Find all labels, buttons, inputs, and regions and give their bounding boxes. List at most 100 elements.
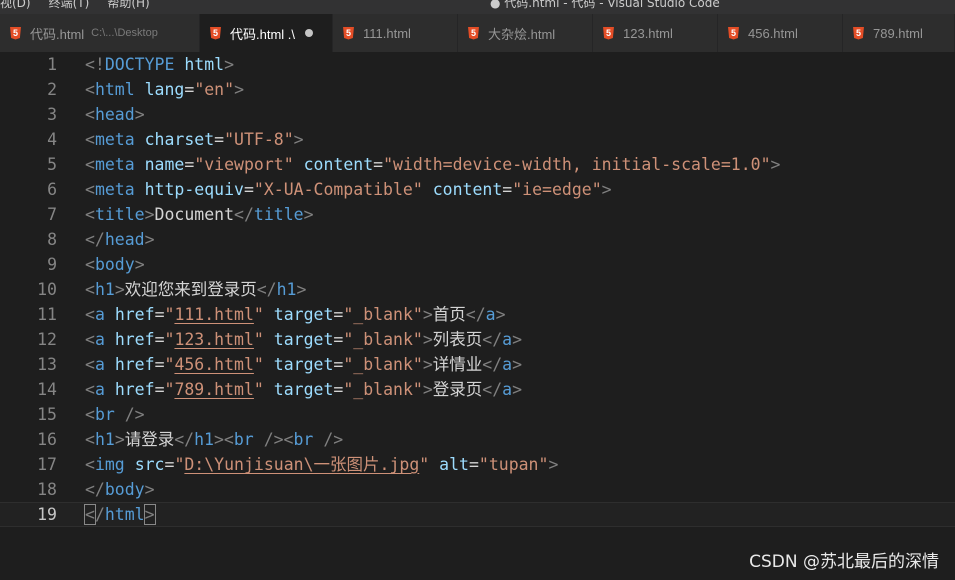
code-token: 789.html — [174, 380, 254, 399]
code-line[interactable]: 11 <a href="111.html" target="_blank">首页<… — [0, 302, 955, 327]
code-line[interactable]: 19 </html> — [0, 502, 955, 527]
code-token: > — [512, 330, 523, 349]
code-token: = — [333, 355, 344, 374]
code-line[interactable]: 16 <h1>请登录</h1><br /><br /> — [0, 427, 955, 452]
code-text: <head> — [85, 102, 145, 127]
code-text: <img src="D:\Yunjisuan\一张图片.jpg" alt="tu… — [85, 452, 558, 477]
html5-file-icon: 5 — [210, 26, 221, 40]
code-line[interactable]: 12 <a href="123.html" target="_blank">列表页… — [0, 327, 955, 352]
tab-description: C:\...\Desktop — [91, 27, 158, 39]
editor-tab[interactable]: 5 大杂烩.html — [458, 14, 593, 52]
code-token: </ — [482, 330, 503, 349]
code-text: <a href="456.html" target="_blank">详情业</… — [85, 352, 522, 377]
tab-label: 大杂烩.html — [488, 26, 556, 42]
code-token: D:\Yunjisuan\一张图片.jpg — [184, 455, 420, 474]
code-token: < — [85, 305, 95, 324]
code-token: < — [85, 405, 95, 424]
code-token: " — [164, 305, 175, 324]
code-token: = — [154, 330, 165, 349]
code-line[interactable]: 15 <br /> — [0, 402, 955, 427]
code-text: <title>Document</title> — [85, 202, 314, 227]
code-line[interactable]: 10 <h1>欢迎您来到登录页</h1> — [0, 277, 955, 302]
code-token: target — [273, 355, 334, 374]
code-text: <!DOCTYPE html> — [85, 52, 234, 77]
line-number: 11 — [37, 305, 57, 324]
code-line[interactable]: 8 </head> — [0, 227, 955, 252]
code-token: html — [104, 505, 145, 524]
unsaved-dot-icon[interactable] — [305, 29, 314, 37]
code-token: <! — [85, 55, 105, 74]
line-number: 12 — [37, 330, 57, 349]
code-token: head — [94, 105, 135, 124]
code-token: "_blank" — [343, 380, 423, 399]
code-token: 欢迎您来到登录页 — [124, 280, 257, 299]
code-token: 111.html — [174, 305, 254, 324]
code-token: a — [94, 380, 105, 399]
menu-item[interactable]: 帮助(H) — [107, 0, 149, 11]
code-token: href — [114, 380, 155, 399]
code-token: = — [502, 180, 513, 199]
code-token: < — [85, 330, 95, 349]
code-token: " — [253, 305, 264, 324]
code-line[interactable]: 14 <a href="789.html" target="_blank">登录页… — [0, 377, 955, 402]
code-token: target — [273, 380, 334, 399]
code-line[interactable]: 4 <meta charset="UTF-8"> — [0, 127, 955, 152]
code-token: < — [84, 504, 96, 525]
editor-tab[interactable]: 5 123.html — [593, 14, 718, 52]
code-text: <br /> — [85, 402, 145, 427]
code-token: > — [144, 480, 155, 499]
code-token: = — [373, 155, 384, 174]
code-token: </ — [256, 280, 277, 299]
editor-tab[interactable]: 5 代码.html C:\...\Desktop — [0, 14, 200, 52]
code-token: "_blank" — [343, 305, 423, 324]
code-line[interactable]: 7 <title>Document</title> — [0, 202, 955, 227]
code-line[interactable]: 18 </body> — [0, 477, 955, 502]
code-line[interactable]: 5 <meta name="viewport" content="width=de… — [0, 152, 955, 177]
code-token: h1 — [194, 430, 214, 449]
code-token: > — [601, 180, 612, 199]
editor-tab[interactable]: 5 456.html — [718, 14, 843, 52]
editor-tab[interactable]: 5 789.html — [843, 14, 955, 52]
code-line[interactable]: 1 <!DOCTYPE html> — [0, 52, 955, 77]
code-token: "_blank" — [343, 330, 423, 349]
code-token: http-equiv — [144, 180, 244, 199]
code-token: a — [94, 330, 105, 349]
editor-tab-bar: 5 代码.html C:\...\Desktop 5 代码.html .\ 5 111.ht… — [0, 14, 955, 52]
code-line[interactable]: 2 <html lang="en"> — [0, 77, 955, 102]
editor-tab[interactable]: 5 代码.html .\ — [200, 14, 333, 52]
code-token: body — [104, 480, 145, 499]
code-token: alt — [439, 455, 469, 474]
code-token: > — [422, 330, 433, 349]
code-token: name — [144, 155, 185, 174]
code-token: > — [296, 280, 307, 299]
code-line[interactable]: 3 <head> — [0, 102, 955, 127]
code-line[interactable]: 13 <a href="456.html" target="_blank">详情业… — [0, 352, 955, 377]
menu-item[interactable]: 视(D) — [0, 0, 31, 11]
code-line[interactable]: 6 <meta http-equiv="X-UA-Compatible" cont… — [0, 177, 955, 202]
code-editor[interactable]: 1 <!DOCTYPE html> 2 <html lang="en"> 3 <head>… — [0, 52, 955, 580]
code-line[interactable]: 17 <img src="D:\Yunjisuan\一张图片.jpg" alt="… — [0, 452, 955, 477]
code-token: a — [502, 380, 513, 399]
code-token: > — [134, 255, 145, 274]
line-number: 15 — [37, 405, 57, 424]
code-token: meta — [94, 180, 135, 199]
code-token: > — [495, 305, 506, 324]
code-token: h1 — [94, 430, 115, 449]
code-token: " — [164, 330, 175, 349]
code-token: > — [143, 504, 156, 525]
editor-tab[interactable]: 5 111.html — [333, 14, 458, 52]
line-number: 2 — [47, 80, 57, 99]
code-token: /> — [124, 405, 145, 424]
code-token: > — [512, 355, 523, 374]
tab-label: 代码.html — [30, 26, 85, 42]
line-number: 18 — [37, 480, 57, 499]
code-token: " — [164, 355, 175, 374]
code-line[interactable]: 9 <body> — [0, 252, 955, 277]
code-token: </ — [85, 230, 105, 249]
menu-item[interactable]: 终端(T) — [49, 0, 90, 11]
